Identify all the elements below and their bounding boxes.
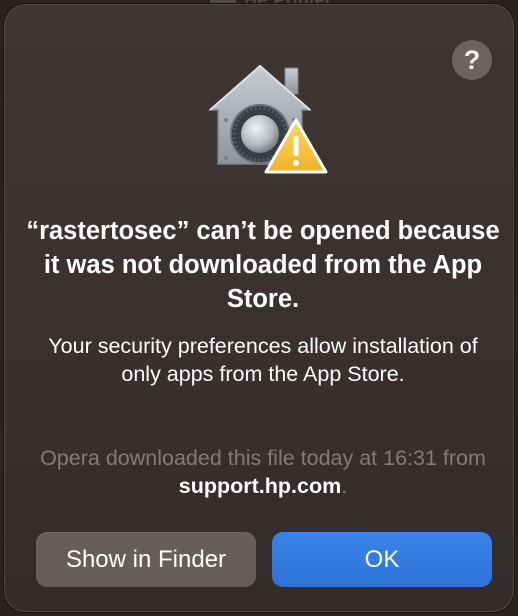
help-button[interactable]: ? (452, 40, 492, 80)
download-source-prefix: Opera downloaded this file today at 16:3… (40, 446, 486, 470)
security-alert-dialog: ? “rastertosec” can’t be opened because … (4, 4, 514, 612)
gatekeeper-security-icon (208, 64, 328, 174)
show-in-finder-button[interactable]: Show in Finder (36, 532, 256, 587)
ok-button[interactable]: OK (272, 532, 492, 587)
download-source-suffix: . (341, 474, 348, 498)
alert-informative-text: Your security preferences allow installa… (48, 334, 478, 386)
download-source-domain: support.hp.com (178, 474, 342, 498)
download-source-text: Opera downloaded this file today at 16:3… (34, 444, 492, 500)
alert-headline: “rastertosec” can’t be opened because it… (26, 217, 500, 313)
